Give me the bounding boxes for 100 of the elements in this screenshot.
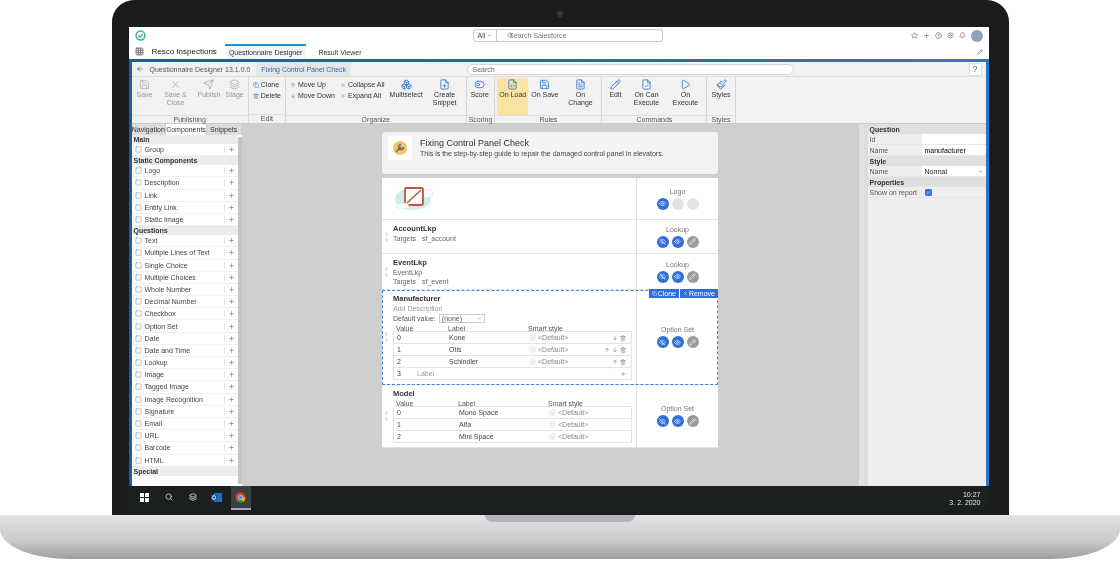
back-icon[interactable] xyxy=(135,65,144,73)
add-icon[interactable] xyxy=(227,346,235,354)
scrollbar[interactable] xyxy=(237,137,242,484)
add-icon[interactable] xyxy=(227,249,235,257)
add-icon[interactable] xyxy=(620,370,626,377)
app-launcher-icon[interactable] xyxy=(134,47,144,56)
property-field[interactable] xyxy=(921,134,986,144)
move-up-icon[interactable] xyxy=(612,358,618,365)
add-icon[interactable] xyxy=(227,432,235,440)
move-down-icon[interactable] xyxy=(384,236,389,242)
eye-off-icon xyxy=(659,417,666,425)
move-down-icon[interactable] xyxy=(384,337,389,342)
arrow-down-icon xyxy=(290,92,296,99)
component-icon xyxy=(134,146,142,154)
settings-icon[interactable] xyxy=(946,32,954,39)
browser-icon xyxy=(235,491,246,503)
action-button[interactable] xyxy=(686,415,699,427)
move-down-icon[interactable] xyxy=(384,271,389,277)
pencil-icon xyxy=(689,338,696,346)
pencil-icon xyxy=(609,79,621,90)
search-icon xyxy=(164,493,173,501)
wrench-icon xyxy=(392,140,408,156)
add-icon[interactable] xyxy=(227,383,235,391)
file-plus-icon xyxy=(439,79,451,90)
add-icon[interactable] xyxy=(227,456,235,464)
add-icon[interactable] xyxy=(227,167,235,175)
save-icon xyxy=(539,79,551,90)
bell-icon[interactable] xyxy=(958,32,966,39)
add-icon[interactable] xyxy=(227,334,235,342)
delete-icon[interactable] xyxy=(620,358,626,365)
checkbox[interactable] xyxy=(924,188,932,196)
add-icon[interactable] xyxy=(227,273,235,281)
action-button[interactable] xyxy=(671,415,684,427)
add-icon[interactable] xyxy=(227,359,235,367)
star-icon[interactable] xyxy=(910,32,918,39)
add-icon[interactable] xyxy=(227,371,235,379)
help-button[interactable]: ? xyxy=(968,62,982,76)
move-up-icon[interactable] xyxy=(384,332,389,337)
taskbar-app[interactable] xyxy=(230,486,251,510)
add-icon[interactable] xyxy=(227,298,235,306)
pencil-icon xyxy=(689,417,696,425)
paintbrush-icon xyxy=(715,79,727,90)
action-button[interactable] xyxy=(656,197,669,210)
scrollbar[interactable] xyxy=(858,124,864,486)
add-icon[interactable] xyxy=(227,322,235,330)
form-title: Fixing Control Panel Check xyxy=(420,138,531,148)
add-icon[interactable] xyxy=(227,203,235,211)
close-icon xyxy=(170,79,181,90)
edit-icon[interactable] xyxy=(976,48,983,55)
move-down-icon[interactable] xyxy=(612,346,618,353)
action-button[interactable] xyxy=(671,270,684,283)
add-icon[interactable] xyxy=(227,407,235,415)
add-icon[interactable] xyxy=(227,420,235,428)
action-button[interactable] xyxy=(656,235,669,248)
move-up-icon[interactable] xyxy=(384,231,389,237)
action-button[interactable] xyxy=(656,415,669,427)
delete-icon[interactable] xyxy=(620,334,626,341)
help-icon[interactable] xyxy=(934,32,942,39)
add-icon[interactable] xyxy=(227,395,235,403)
eye-off-icon xyxy=(659,338,666,346)
expand-icon xyxy=(339,92,346,99)
move-down-icon[interactable] xyxy=(612,334,618,341)
eye-icon xyxy=(674,417,681,425)
action-button[interactable] xyxy=(686,270,699,283)
play-icon xyxy=(679,79,691,90)
add-icon[interactable] xyxy=(227,310,235,318)
eye-off-icon xyxy=(659,273,666,280)
add-icon[interactable] xyxy=(227,285,235,293)
eye-icon xyxy=(674,273,681,280)
add-icon[interactable] xyxy=(227,179,235,187)
move-down-icon[interactable] xyxy=(384,416,389,421)
add-icon[interactable] xyxy=(227,146,235,154)
eye-icon xyxy=(674,238,681,245)
logo-icon xyxy=(134,30,146,41)
chevron-down-icon xyxy=(977,168,983,174)
camera xyxy=(557,11,563,17)
close-icon xyxy=(682,291,688,296)
avatar[interactable] xyxy=(970,29,983,42)
add-icon[interactable] xyxy=(227,444,235,452)
action-button[interactable] xyxy=(656,336,669,348)
action-button[interactable] xyxy=(671,336,684,348)
file-icon xyxy=(574,79,586,90)
action-button[interactable] xyxy=(686,336,699,348)
move-up-icon[interactable] xyxy=(604,346,610,353)
add-icon[interactable] xyxy=(227,261,235,269)
delete-icon[interactable] xyxy=(620,346,626,353)
file-code-icon xyxy=(507,79,519,90)
add-icon[interactable] xyxy=(922,32,930,39)
collapse-icon xyxy=(339,81,346,88)
add-icon[interactable] xyxy=(227,237,235,245)
pencil-icon xyxy=(689,238,696,245)
action-button[interactable] xyxy=(671,235,684,248)
add-icon[interactable] xyxy=(227,191,235,199)
add-icon[interactable] xyxy=(227,216,235,224)
layers-icon xyxy=(229,79,241,90)
action-button[interactable] xyxy=(656,270,669,283)
move-up-icon[interactable] xyxy=(384,266,389,272)
action-button[interactable] xyxy=(686,235,699,248)
file-check-icon xyxy=(640,79,652,90)
move-up-icon[interactable] xyxy=(384,411,389,416)
